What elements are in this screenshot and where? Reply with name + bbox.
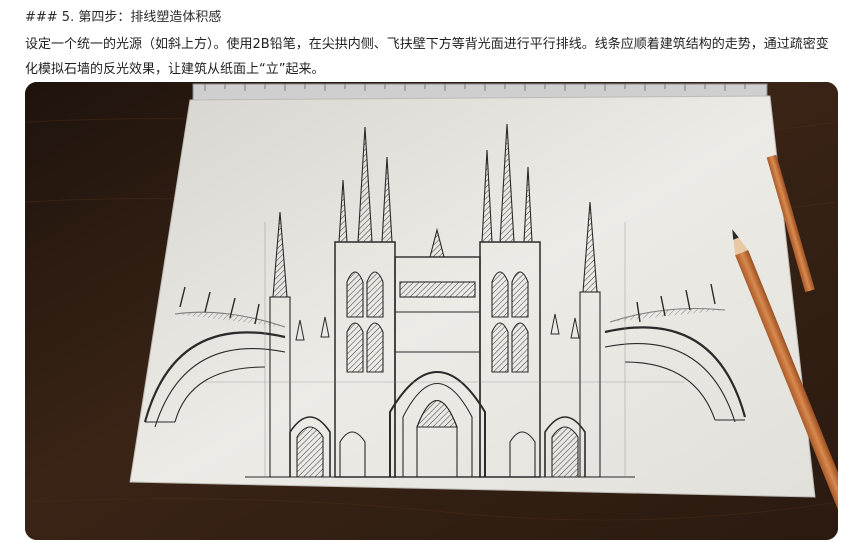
step-heading: ### 5. 第四步：排线塑造体积感 — [25, 10, 222, 25]
step-paragraph: 设定一个统一的光源（如斜上方）。使用2B铅笔，在尖拱内侧、飞扶壁下方等背光面进行… — [25, 37, 829, 77]
cathedral-sketch-illustration — [25, 82, 838, 540]
chat-message: ### 5. 第四步：排线塑造体积感 设定一个统一的光源（如斜上方）。使用2B铅… — [0, 0, 845, 542]
generated-image[interactable] — [25, 82, 838, 540]
